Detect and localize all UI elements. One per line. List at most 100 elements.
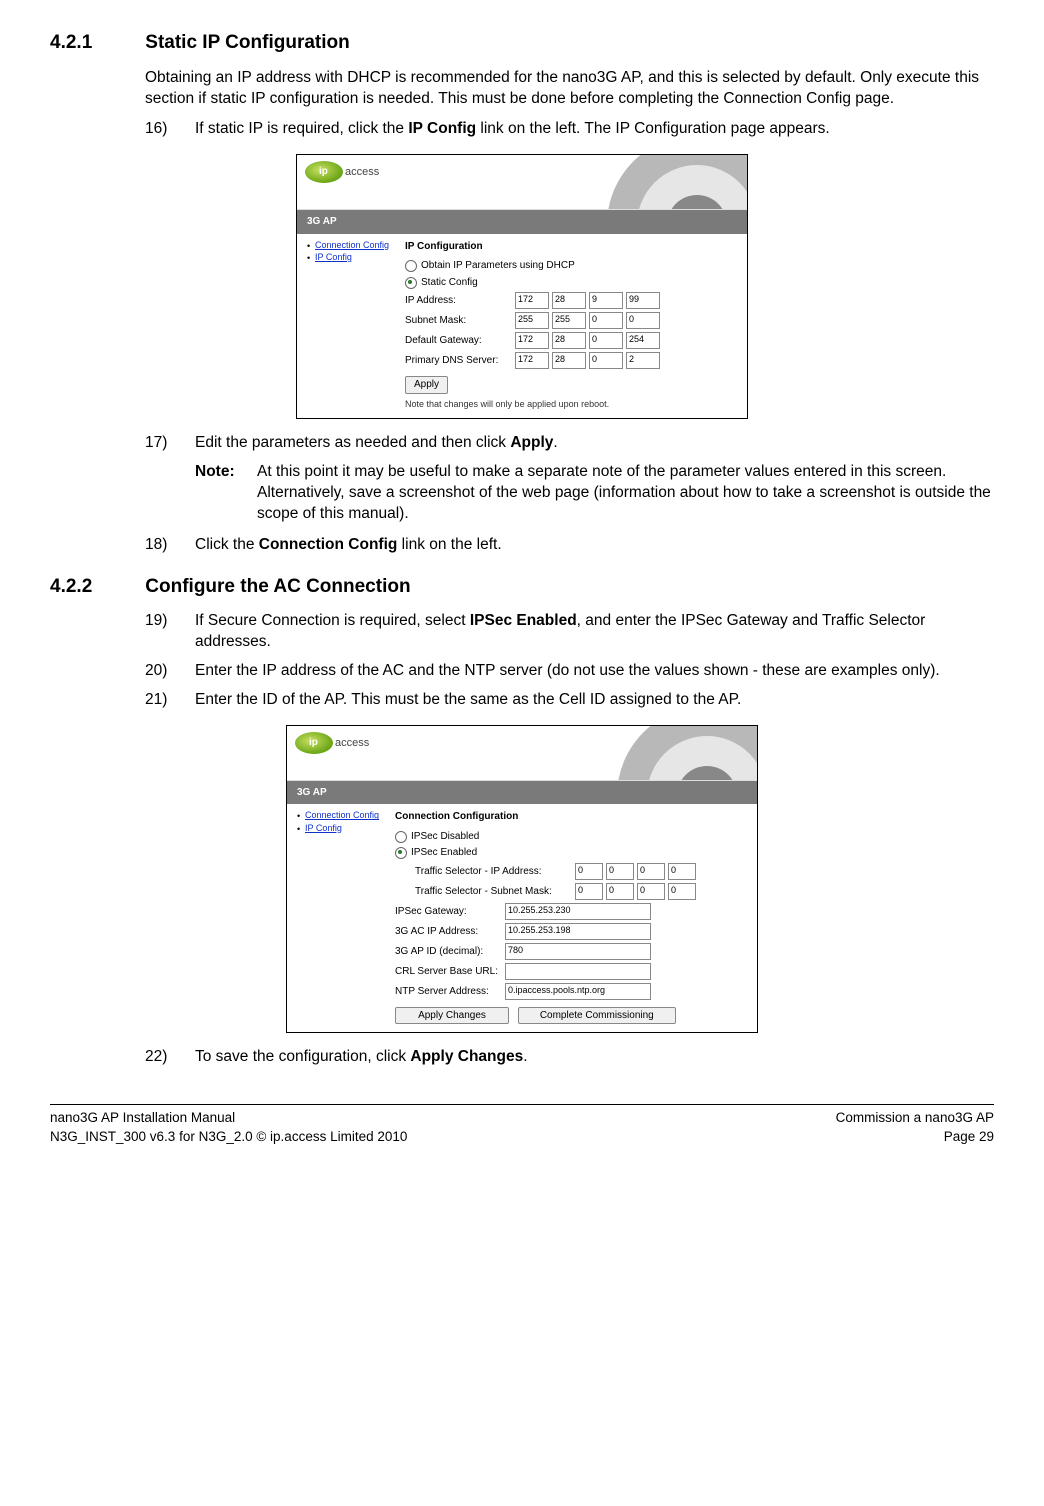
footer-doc-title: nano3G AP Installation Manual xyxy=(50,1109,407,1127)
page-footer: nano3G AP Installation Manual N3G_INST_3… xyxy=(50,1104,994,1145)
label-ap-id: 3G AP ID (decimal): xyxy=(395,945,505,959)
intro-paragraph: Obtaining an IP address with DHCP is rec… xyxy=(145,68,994,110)
ipaccess-logo: ipaccess xyxy=(305,161,379,183)
ip-octet[interactable]: 28 xyxy=(552,292,586,309)
heading-number: 4.2.1 xyxy=(50,30,140,56)
step-number: 19) xyxy=(145,611,195,653)
label-mask: Subnet Mask: xyxy=(405,314,515,328)
note-label: Note: xyxy=(195,462,257,525)
step-text: Enter the ID of the AP. This must be the… xyxy=(195,690,994,711)
step-21: 21) Enter the ID of the AP. This must be… xyxy=(145,690,994,711)
ts-mask-octet[interactable]: 0 xyxy=(637,883,665,900)
ts-ip-octet[interactable]: 0 xyxy=(668,863,696,880)
radio-dhcp[interactable]: Obtain IP Parameters using DHCP xyxy=(405,259,737,273)
ts-ip-octet[interactable]: 0 xyxy=(575,863,603,880)
ts-ip-octet[interactable]: 0 xyxy=(606,863,634,880)
screenshot-header: ipaccess xyxy=(297,155,747,210)
crl-input[interactable] xyxy=(505,963,651,980)
decorative-arcs xyxy=(537,726,757,781)
label-ts-mask: Traffic Selector - Subnet Mask: xyxy=(395,885,575,899)
nav-ip-config[interactable]: IP Config xyxy=(315,252,352,264)
mask-octet[interactable]: 0 xyxy=(626,312,660,329)
heading-422: 4.2.2 Configure the AC Connection xyxy=(50,574,994,600)
decorative-arcs xyxy=(527,155,747,210)
note-text: At this point it may be useful to make a… xyxy=(257,462,994,525)
mask-octet[interactable]: 255 xyxy=(515,312,549,329)
ap-id-input[interactable]: 780 xyxy=(505,943,651,960)
step-19: 19) If Secure Connection is required, se… xyxy=(145,611,994,653)
complete-commissioning-button[interactable]: Complete Commissioning xyxy=(518,1007,676,1025)
gw-octet[interactable]: 0 xyxy=(589,332,623,349)
radio-icon xyxy=(395,847,407,859)
radio-ipsec-disabled[interactable]: IPSec Disabled xyxy=(395,830,747,844)
screenshot-nav: •Connection Config •IP Config xyxy=(297,234,399,418)
form-footnote: Note that changes will only be applied u… xyxy=(405,398,737,410)
step-number: 21) xyxy=(145,690,195,711)
ip-octet[interactable]: 172 xyxy=(515,292,549,309)
step-text: If Secure Connection is required, select… xyxy=(195,611,994,653)
step-number: 18) xyxy=(145,535,195,556)
step-number: 22) xyxy=(145,1047,195,1068)
heading-title: Configure the AC Connection xyxy=(145,576,410,597)
heading-title: Static IP Configuration xyxy=(145,32,349,53)
ac-ip-input[interactable]: 10.255.253.198 xyxy=(505,923,651,940)
ts-ip-octet[interactable]: 0 xyxy=(637,863,665,880)
dns-octet[interactable]: 0 xyxy=(589,352,623,369)
ip-octet[interactable]: 9 xyxy=(589,292,623,309)
ipaccess-logo: ipaccess xyxy=(295,732,369,754)
apply-changes-button[interactable]: Apply Changes xyxy=(395,1007,509,1025)
step-text: If static IP is required, click the IP C… xyxy=(195,119,994,140)
screenshot-ip-config: ipaccess 3G AP •Connection Config •IP Co… xyxy=(296,154,748,419)
label-crl: CRL Server Base URL: xyxy=(395,965,505,979)
radio-icon xyxy=(405,260,417,272)
label-ts-ip: Traffic Selector - IP Address: xyxy=(395,865,575,879)
ntp-input[interactable]: 0.ipaccess.pools.ntp.org xyxy=(505,983,651,1000)
heading-number: 4.2.2 xyxy=(50,574,140,600)
note-17: Note: At this point it may be useful to … xyxy=(195,462,994,525)
gw-octet[interactable]: 254 xyxy=(626,332,660,349)
radio-icon xyxy=(395,831,407,843)
ts-mask-octet[interactable]: 0 xyxy=(668,883,696,900)
step-number: 17) xyxy=(145,433,195,454)
dns-octet[interactable]: 2 xyxy=(626,352,660,369)
radio-static[interactable]: Static Config xyxy=(405,276,737,290)
heading-421: 4.2.1 Static IP Configuration xyxy=(50,30,994,56)
banner-3g-ap: 3G AP xyxy=(297,210,747,234)
nav-connection-config[interactable]: Connection Config xyxy=(305,810,379,822)
label-gateway: Default Gateway: xyxy=(405,334,515,348)
step-16: 16) If static IP is required, click the … xyxy=(145,119,994,140)
step-17: 17) Edit the parameters as needed and th… xyxy=(145,433,994,454)
step-20: 20) Enter the IP address of the AC and t… xyxy=(145,661,994,682)
step-number: 16) xyxy=(145,119,195,140)
footer-doc-version: N3G_INST_300 v6.3 for N3G_2.0 © ip.acces… xyxy=(50,1128,407,1146)
gw-octet[interactable]: 28 xyxy=(552,332,586,349)
radio-ipsec-enabled[interactable]: IPSec Enabled xyxy=(395,846,747,860)
banner-3g-ap: 3G AP xyxy=(287,781,757,805)
label-ip: IP Address: xyxy=(405,294,515,308)
apply-button[interactable]: Apply xyxy=(405,376,448,394)
screenshot-nav: •Connection Config •IP Config xyxy=(287,804,389,1032)
step-18: 18) Click the Connection Config link on … xyxy=(145,535,994,556)
screenshot-header: ipaccess xyxy=(287,726,757,781)
mask-octet[interactable]: 0 xyxy=(589,312,623,329)
gw-octet[interactable]: 172 xyxy=(515,332,549,349)
footer-chapter: Commission a nano3G AP xyxy=(836,1109,994,1127)
nav-ip-config[interactable]: IP Config xyxy=(305,823,342,835)
step-text: Click the Connection Config link on the … xyxy=(195,535,994,556)
label-ntp: NTP Server Address: xyxy=(395,985,505,999)
ts-mask-octet[interactable]: 0 xyxy=(575,883,603,900)
step-number: 20) xyxy=(145,661,195,682)
nav-connection-config[interactable]: Connection Config xyxy=(315,240,389,252)
form-title: Connection Configuration xyxy=(395,810,747,824)
ts-mask-octet[interactable]: 0 xyxy=(606,883,634,900)
step-22: 22) To save the configuration, click App… xyxy=(145,1047,994,1068)
ip-octet[interactable]: 99 xyxy=(626,292,660,309)
screenshot-connection-config: ipaccess 3G AP •Connection Config •IP Co… xyxy=(286,725,758,1034)
radio-icon xyxy=(405,277,417,289)
footer-page: Page 29 xyxy=(836,1128,994,1146)
mask-octet[interactable]: 255 xyxy=(552,312,586,329)
dns-octet[interactable]: 28 xyxy=(552,352,586,369)
ipsec-gateway-input[interactable]: 10.255.253.230 xyxy=(505,903,651,920)
dns-octet[interactable]: 172 xyxy=(515,352,549,369)
label-dns: Primary DNS Server: xyxy=(405,354,515,368)
